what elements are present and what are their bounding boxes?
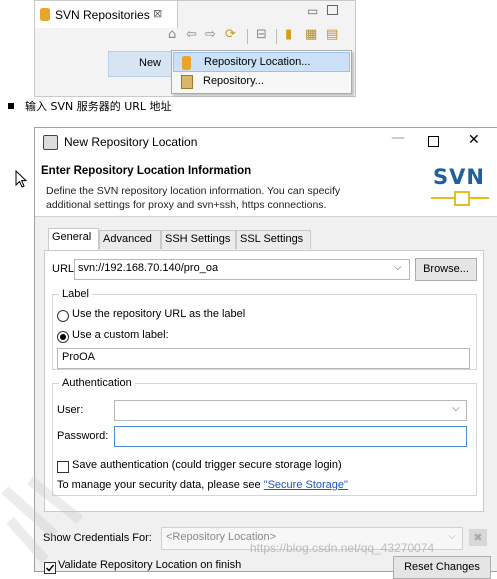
svn-import-icon[interactable]: ▦ — [305, 27, 317, 42]
general-tab-panel: URL: svn://192.168.70.140/pro_oa ⌵ Brows… — [44, 250, 484, 512]
submenu-label: Repository Location... — [204, 56, 311, 68]
view-tab-title: SVN Repositories — [55, 8, 150, 22]
chevron-down-icon[interactable]: ⌵ — [448, 531, 456, 542]
url-value: svn://192.168.70.140/pro_oa — [78, 262, 219, 274]
authentication-group: Authentication User: ⌵ Password: Save au… — [52, 377, 477, 496]
save-authentication-label: Save authentication (could trigger secur… — [72, 459, 342, 471]
dialog-titlebar[interactable]: New Repository Location — ✕ — [35, 128, 497, 156]
label-group: Label Use the repository URL as the labe… — [52, 288, 477, 370]
submenu-repository-location[interactable]: Repository Location... — [173, 52, 350, 72]
view-tab[interactable]: SVN Repositories ⊠ — [35, 1, 178, 28]
browse-button[interactable]: Browse... — [415, 258, 477, 281]
svn-logo: SVN — [431, 162, 489, 212]
url-combobox[interactable]: svn://192.168.70.140/pro_oa ⌵ — [74, 259, 410, 280]
custom-label-value: ProOA — [62, 351, 96, 363]
user-label: User: — [57, 404, 84, 416]
svn-logo-text: SVN — [433, 165, 485, 189]
reset-changes-button[interactable]: Reset Changes — [393, 556, 491, 579]
user-combobox[interactable]: ⌵ — [114, 400, 467, 421]
new-submenu: Repository Location... Repository... — [171, 50, 352, 94]
watermark-graphic — [1, 476, 84, 564]
repository-location-icon — [182, 56, 191, 70]
dialog-title: New Repository Location — [64, 135, 198, 149]
use-repo-url-radio[interactable] — [57, 310, 69, 322]
delete-credentials-icon[interactable]: ✖ — [469, 529, 487, 546]
new-repository-location-dialog: New Repository Location — ✕ Enter Reposi… — [34, 127, 497, 579]
secure-storage-text: To manage your security data, please see… — [57, 479, 348, 491]
chevron-down-icon[interactable]: ⌵ — [452, 403, 460, 414]
tab-advanced[interactable]: Advanced — [99, 230, 161, 249]
tab-ssh-settings[interactable]: SSH Settings — [161, 230, 236, 249]
new-menu-label: New — [139, 57, 162, 69]
submenu-label: Repository... — [203, 75, 264, 87]
maximize-icon[interactable] — [428, 136, 439, 147]
database-icon — [40, 8, 50, 21]
watermark-text: https://blog.csdn.net/qq_43270074 — [250, 541, 435, 555]
custom-label-input[interactable]: ProOA — [57, 348, 470, 369]
secure-storage-link[interactable]: "Secure Storage" — [264, 479, 348, 491]
use-custom-label-label: Use a custom label: — [72, 329, 169, 341]
forward-icon[interactable]: ⇨ — [205, 27, 216, 42]
instruction-text: 输入 SVN 服务器的 URL 地址 — [25, 100, 172, 113]
chevron-down-icon[interactable]: ⌵ — [394, 262, 402, 273]
home-icon[interactable]: ⌂ — [168, 27, 176, 42]
svn-logo-box — [454, 191, 470, 206]
toolbar-separator — [247, 29, 248, 44]
header-description: Define the SVN repository location infor… — [46, 185, 341, 211]
add-location-icon[interactable]: ▮ — [285, 27, 292, 42]
repository-icon — [181, 75, 193, 89]
password-label: Password: — [57, 430, 109, 442]
tab-ssl-settings[interactable]: SSL Settings — [236, 230, 311, 249]
maximize-view-icon[interactable] — [327, 5, 338, 15]
bullet-marker — [8, 103, 14, 109]
mouse-cursor-icon — [15, 170, 27, 188]
submenu-repository[interactable]: Repository... — [173, 72, 350, 92]
use-repo-url-label: Use the repository URL as the label — [72, 308, 246, 320]
dialog-header: Enter Repository Location Information De… — [35, 156, 497, 217]
svn-location-icon[interactable]: ▤ — [326, 27, 338, 42]
back-icon[interactable]: ⇦ — [186, 27, 197, 42]
password-input[interactable] — [114, 426, 467, 447]
collapse-icon[interactable]: ⊟ — [256, 27, 267, 42]
toolbar-separator — [276, 29, 277, 44]
authentication-legend: Authentication — [59, 377, 135, 389]
header-title: Enter Repository Location Information — [41, 165, 252, 177]
tab-general[interactable]: General — [48, 228, 99, 251]
dialog-window-icon — [43, 135, 58, 150]
use-custom-label-radio[interactable] — [57, 331, 69, 343]
minimize-icon[interactable]: — — [391, 130, 405, 146]
minimize-view-icon[interactable]: ▭ — [307, 4, 318, 18]
refresh-icon[interactable]: ⟳ — [225, 27, 236, 42]
close-icon[interactable]: ✕ — [468, 132, 480, 148]
close-tab-icon[interactable]: ⊠ — [153, 7, 162, 20]
label-group-legend: Label — [59, 288, 92, 300]
